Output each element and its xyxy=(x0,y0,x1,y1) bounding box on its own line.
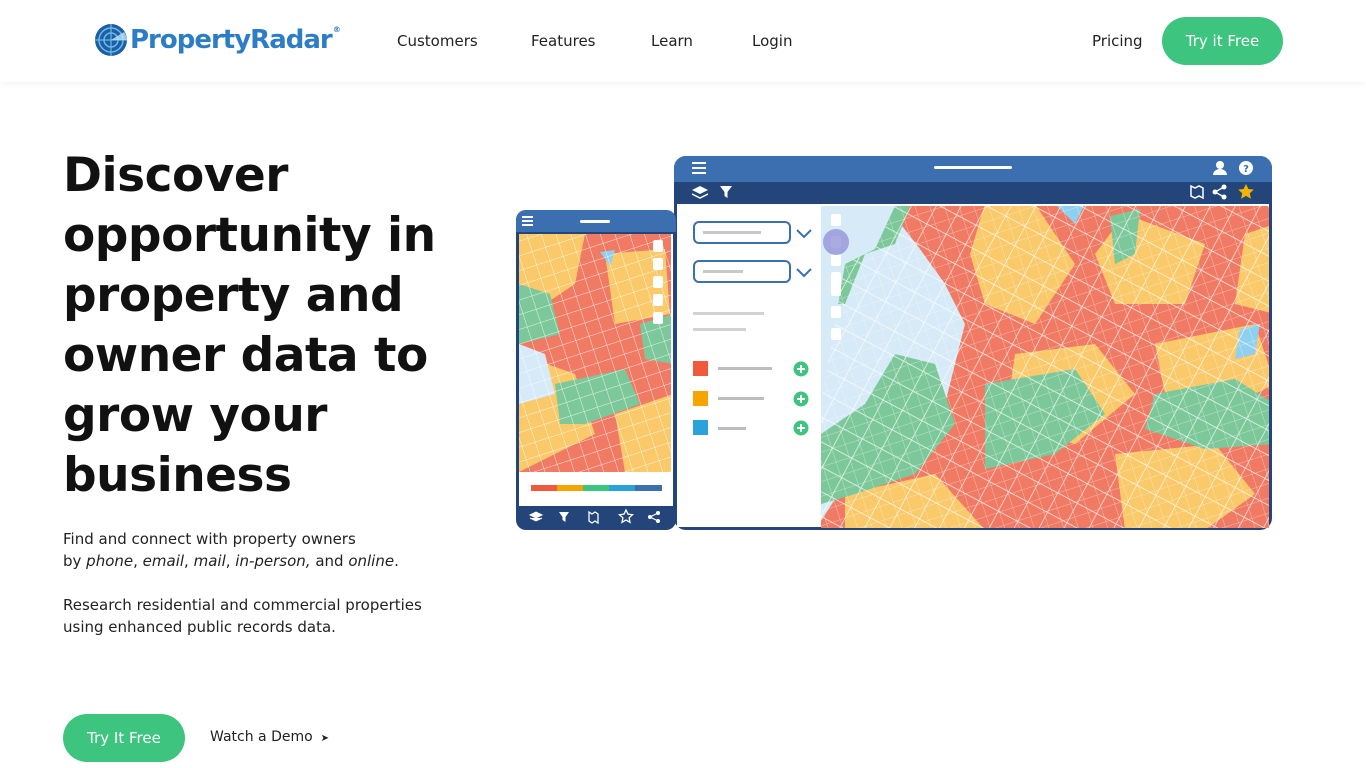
channel-mail: mail xyxy=(193,552,226,570)
hero-line-1: Find and connect with property owners xyxy=(63,530,356,548)
hero-and: and xyxy=(310,552,349,570)
logo-wordmark: PropertyRadar® xyxy=(130,25,341,55)
play-arrow-icon: ➤ xyxy=(320,733,330,744)
tablet-map xyxy=(821,206,1269,528)
legend-swatch-blue xyxy=(693,420,708,435)
nav-login[interactable]: Login xyxy=(752,32,792,50)
phone-mockup xyxy=(516,210,676,530)
nav-customers[interactable]: Customers xyxy=(397,32,478,50)
map-cursor xyxy=(823,229,849,255)
hero-description-1: Find and connect with property owners by… xyxy=(63,530,399,570)
channel-in-person: in-person, xyxy=(235,552,311,570)
hero-description-2: Research residential and commercial prop… xyxy=(63,596,422,636)
svg-text:?: ? xyxy=(1243,164,1249,175)
header-try-free-button[interactable]: Try it Free xyxy=(1162,17,1283,65)
hero-by: by xyxy=(63,552,87,570)
radar-globe-icon xyxy=(95,24,127,56)
legend-swatch-red xyxy=(693,361,708,376)
logo[interactable]: PropertyRadar® xyxy=(94,22,341,58)
nav-pricing[interactable]: Pricing xyxy=(1092,32,1143,50)
hero-period: . xyxy=(394,552,399,570)
phone-legend-bar xyxy=(531,485,662,491)
channel-online: online xyxy=(348,552,395,570)
app-illustration: ? xyxy=(516,156,1272,530)
legend-swatch-orange xyxy=(693,391,708,406)
channel-email: email xyxy=(142,552,185,570)
nav-features[interactable]: Features xyxy=(531,32,596,50)
watch-demo-label: Watch a Demo xyxy=(210,729,313,745)
tablet-mockup: ? xyxy=(674,156,1272,530)
watch-demo-link[interactable]: Watch a Demo ➤ xyxy=(210,729,329,745)
channel-phone: phone xyxy=(86,552,134,570)
help-icon: ? xyxy=(1239,161,1253,175)
add-icon xyxy=(793,361,809,377)
tablet-title-bar xyxy=(934,166,1012,169)
hero-try-free-button[interactable]: Try It Free xyxy=(63,714,185,762)
hamburger-menu-icon xyxy=(522,216,533,226)
hamburger-menu-icon xyxy=(692,162,706,174)
nav-learn[interactable]: Learn xyxy=(651,32,693,50)
hero-title: Discover opportunity in property and own… xyxy=(63,148,436,503)
add-icon xyxy=(793,420,809,436)
add-icon xyxy=(793,391,809,407)
site-header: PropertyRadar® Customers Features Learn … xyxy=(0,0,1366,82)
